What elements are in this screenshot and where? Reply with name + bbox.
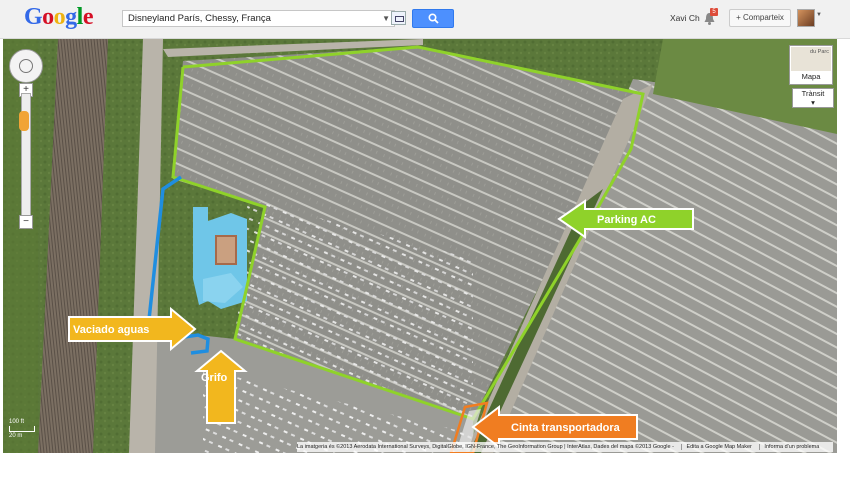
parking-callout-label: Parking AC xyxy=(597,214,656,226)
zoom-out-button[interactable]: − xyxy=(19,215,33,229)
tap-callout: Grifo xyxy=(194,349,248,424)
logo-letter: o xyxy=(53,4,66,30)
share-button[interactable]: + Comparteix xyxy=(729,9,791,27)
transit-button[interactable]: Trànsit ▾ xyxy=(792,88,834,108)
avatar[interactable] xyxy=(797,9,815,27)
map-thumb-label: du Parc xyxy=(810,49,829,55)
belt-callout-label: Cinta transportadora xyxy=(511,422,621,434)
google-logo[interactable]: Google xyxy=(24,4,94,31)
logo-letter: g xyxy=(65,4,77,30)
map-type-toggle[interactable]: du Parc Mapa xyxy=(789,45,833,85)
map-thumbnail: du Parc xyxy=(791,47,831,71)
edit-map-maker-link[interactable]: Edita a Google Map Maker xyxy=(681,444,752,450)
scale-bar: 100 ft 20 m xyxy=(9,419,35,439)
search-input-value: Disneyland París, Chessy, França xyxy=(128,13,271,24)
street-view-pegman-icon[interactable] xyxy=(19,111,29,131)
search-button[interactable] xyxy=(412,9,454,28)
scale-lower: 20 m xyxy=(9,433,23,439)
chevron-down-icon[interactable]: ▼ xyxy=(816,12,822,18)
pan-control[interactable] xyxy=(9,49,43,83)
parking-callout: Parking AC xyxy=(557,199,694,239)
notification-badge: 5 xyxy=(710,8,718,16)
keyboard-icon[interactable] xyxy=(391,11,406,25)
chevron-down-icon[interactable]: ▼ xyxy=(382,11,390,26)
search-input[interactable]: Disneyland París, Chessy, França ▼ xyxy=(122,10,395,27)
drain-callout: Vaciado aguas xyxy=(68,306,197,352)
tap-callout-label: Grifo xyxy=(201,372,228,384)
notifications-bell-icon[interactable]: 5 xyxy=(703,8,718,26)
logo-letter: e xyxy=(82,4,94,30)
map-view[interactable]: Parking AC Vaciado aguas Grifo Cinta tra… xyxy=(3,39,837,453)
top-bar: Google Disneyland París, Chessy, França … xyxy=(0,0,850,39)
map-type-label: Mapa xyxy=(801,72,821,81)
attribution-text: La imatgeria és ©2013 Aerodata Internati… xyxy=(297,444,674,450)
map-attribution: La imatgeria és ©2013 Aerodata Internati… xyxy=(297,442,833,452)
search-icon xyxy=(428,13,439,24)
user-name[interactable]: Xavi Ch xyxy=(670,13,700,23)
scale-upper: 100 ft xyxy=(9,419,25,425)
logo-letter: o xyxy=(42,4,54,30)
drain-callout-label: Vaciado aguas xyxy=(73,324,149,336)
logo-letter: G xyxy=(24,4,43,30)
chevron-down-icon: ▾ xyxy=(811,98,815,107)
report-problem-link[interactable]: Informa d'un problema xyxy=(759,444,820,450)
transit-label: Trànsit xyxy=(801,89,825,98)
belt-callout: Cinta transportadora xyxy=(471,404,638,450)
annotation-layer: Parking AC Vaciado aguas Grifo Cinta tra… xyxy=(68,199,694,450)
